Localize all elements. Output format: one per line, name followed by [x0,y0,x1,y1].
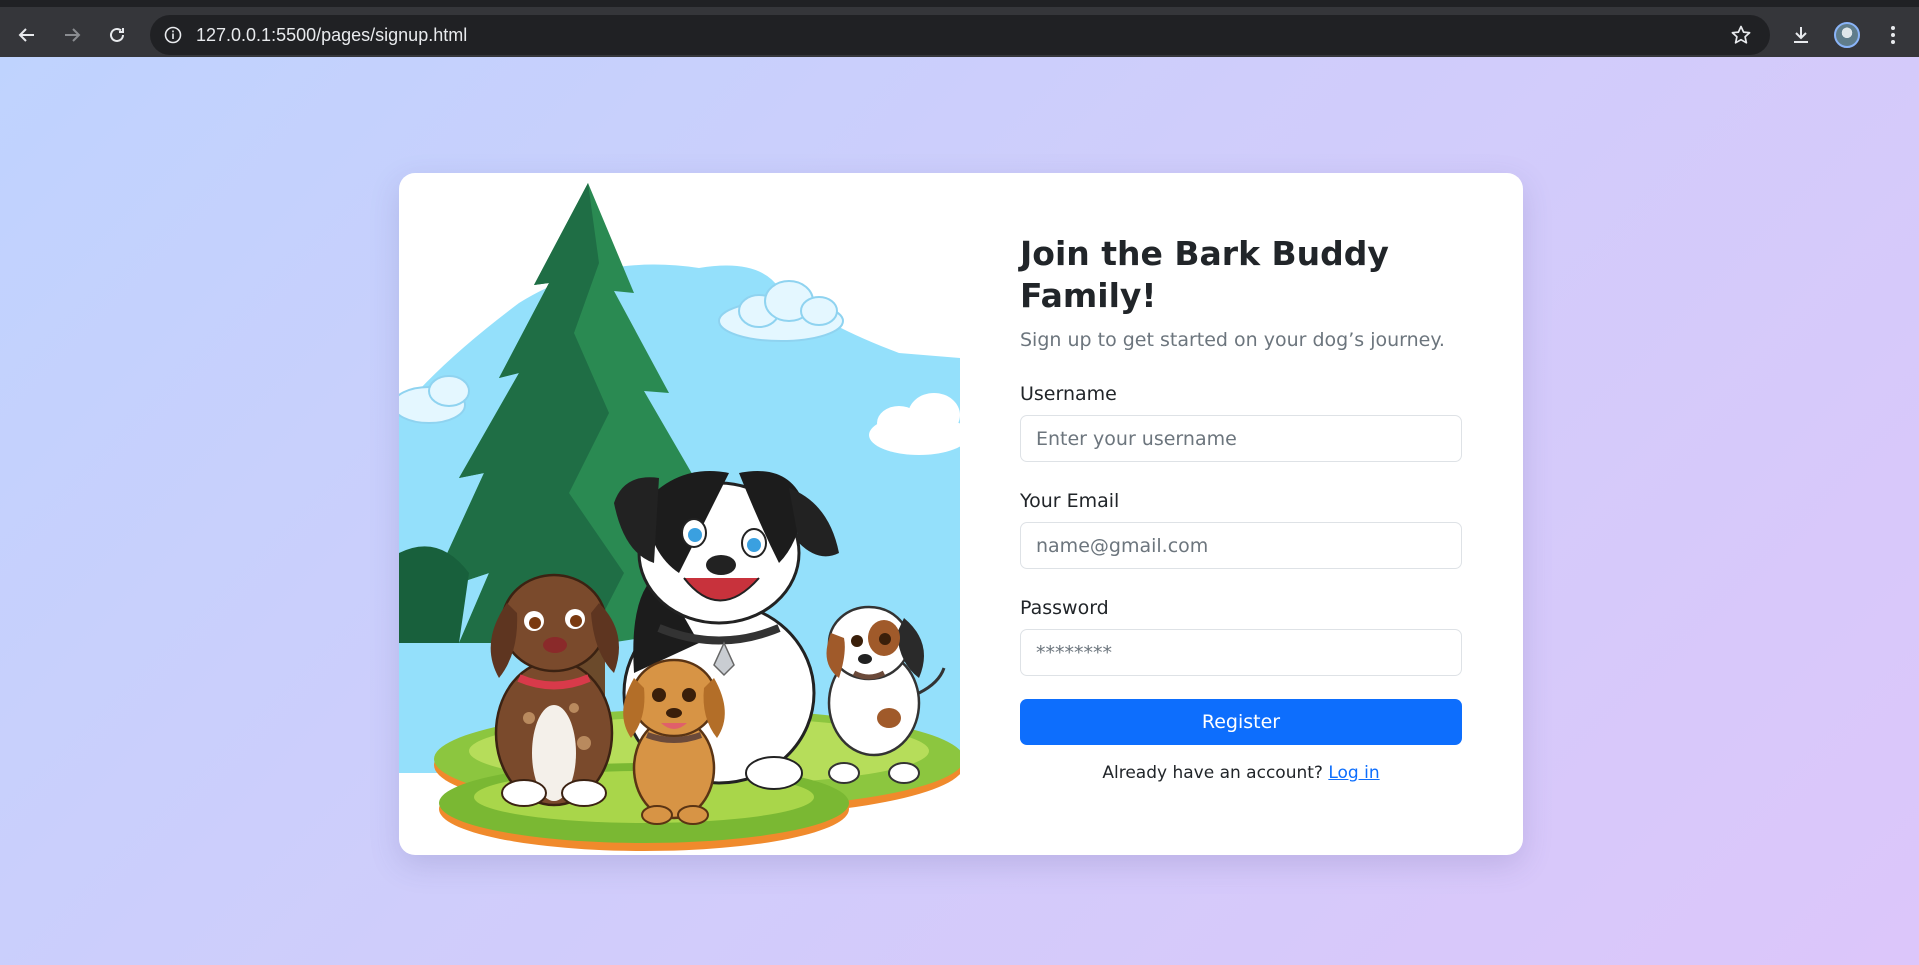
avatar[interactable] [1834,22,1860,48]
dogs-illustration [399,183,960,851]
arrow-left-icon [18,28,34,42]
downloads-button[interactable] [1784,18,1818,52]
register-button[interactable]: Register [1020,699,1462,745]
username-input[interactable] [1020,415,1462,462]
login-prompt-text: Already have an account? [1102,763,1323,783]
username-label: Username [1020,383,1117,405]
download-icon [1794,27,1808,43]
reload-button[interactable] [100,18,134,52]
kebab-menu-icon [1891,26,1895,44]
password-input[interactable] [1020,629,1462,676]
back-button[interactable] [10,18,44,52]
address-bar[interactable]: 127.0.0.1:5500/pages/signup.html [150,15,1770,55]
signup-form: Join the Bark Buddy Family! Sign up to g… [1020,173,1462,855]
page-background: Join the Bark Buddy Family! Sign up to g… [0,57,1919,965]
reload-icon [110,27,124,42]
dog-brown-spotted [490,573,619,807]
page-subtitle: Sign up to get started on your dog’s jou… [1020,329,1445,351]
menu-button[interactable] [1876,18,1910,52]
browser-toolbar: 127.0.0.1:5500/pages/signup.html [0,0,1919,57]
signup-card: Join the Bark Buddy Family! Sign up to g… [399,173,1523,855]
email-input[interactable] [1020,522,1462,569]
page-title: Join the Bark Buddy Family! [1020,234,1389,315]
login-prompt: Already have an account? Log in [1020,763,1462,783]
info-icon[interactable] [160,22,186,48]
email-label: Your Email [1020,490,1120,512]
arrow-right-icon [65,28,81,42]
forward-button[interactable] [55,18,89,52]
cloud-icon [399,375,470,424]
star-icon[interactable] [1728,22,1754,48]
login-link[interactable]: Log in [1328,763,1379,783]
url-text[interactable]: 127.0.0.1:5500/pages/signup.html [196,25,467,46]
password-label: Password [1020,597,1109,619]
